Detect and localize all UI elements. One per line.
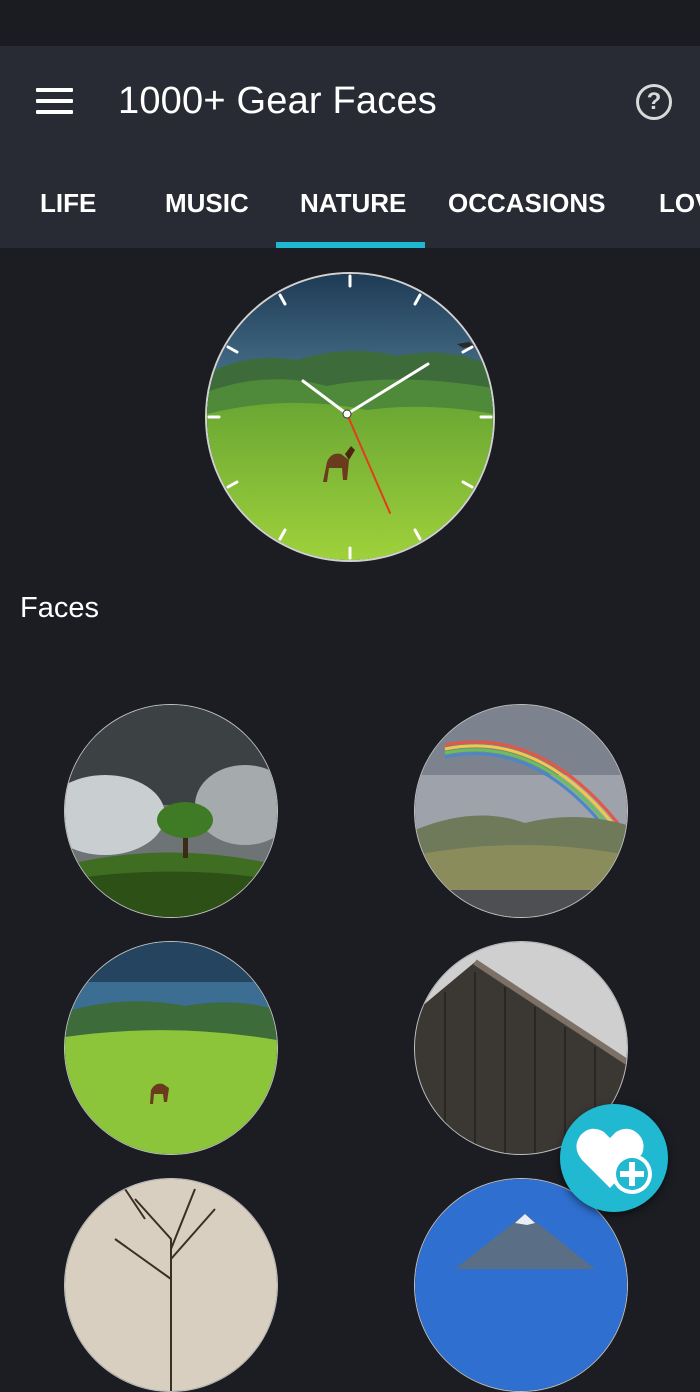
- menu-icon[interactable]: [36, 88, 74, 116]
- tab-love[interactable]: LOVE: [659, 188, 700, 219]
- add-favorite-button[interactable]: [560, 1104, 668, 1212]
- faces-section-label: Faces: [20, 592, 99, 624]
- face-thumb-rainbow-mountain[interactable]: [414, 704, 628, 918]
- tab-occasions[interactable]: OCCASIONS: [448, 188, 605, 219]
- heart-plus-icon: [576, 1128, 652, 1194]
- face-thumb-tree-storm[interactable]: [64, 704, 278, 918]
- status-bar: [0, 0, 700, 46]
- tab-music[interactable]: MUSIC: [165, 188, 249, 219]
- tab-nature[interactable]: NATURE: [300, 188, 406, 219]
- face-thumb-bare-tree[interactable]: [64, 1178, 278, 1392]
- tab-life[interactable]: LIFE: [40, 188, 96, 219]
- app-title: 1000+ Gear Faces: [118, 80, 438, 122]
- tab-indicator: [276, 242, 425, 248]
- watch-face-preview[interactable]: [205, 272, 495, 562]
- help-icon[interactable]: ?: [636, 84, 672, 120]
- face-thumb-meadow-horse[interactable]: [64, 941, 278, 1155]
- category-tabs: LIFE MUSIC NATURE OCCASIONS LOVE: [0, 158, 700, 248]
